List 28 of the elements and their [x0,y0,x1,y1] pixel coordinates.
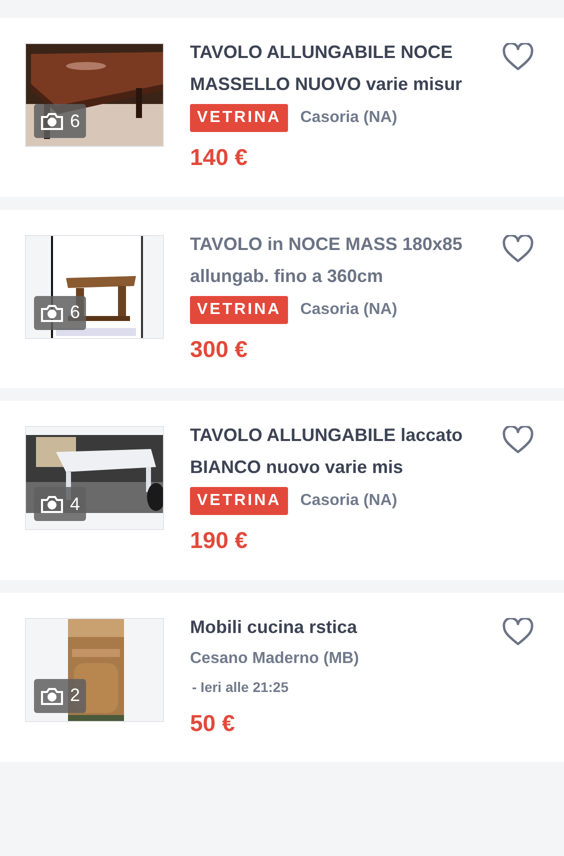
favorite-button[interactable] [501,424,535,456]
listing-title[interactable]: TAVOLO ALLUNGABILE NOCE MASSELLO NUOVO varie misur [190,36,490,100]
location: Casoria (NA) [300,491,398,511]
photo-count: 2 [70,684,80,707]
location: Cesano Maderno (MB) [190,648,359,668]
location: Casoria (NA) [300,108,398,128]
featured-tag: VETRINA [190,296,288,324]
camera-icon [40,494,64,514]
listing-title[interactable]: Mobili cucina rstica [190,610,490,642]
location: Casoria (NA) [300,300,398,320]
photo-count: 4 [70,492,80,516]
photo-count: 6 [70,301,80,324]
listing-title[interactable]: TAVOLO ALLUNGABILE laccato BIANCO nuovo varie mis [190,419,490,483]
favorite-button[interactable] [501,41,535,73]
post-date: - Ieri alle 21:25 [192,678,290,696]
photo-count: 6 [70,110,80,132]
listing-title[interactable]: TAVOLO in NOCE MASS 180x85 allungab. fino a 360cm [190,228,490,292]
price: 140 € [190,143,249,172]
featured-tag: VETRINA [190,104,288,132]
price: 50 € [190,708,236,738]
camera-icon [40,302,64,322]
favorite-button[interactable] [501,232,535,264]
price: 300 € [190,334,249,364]
camera-icon [40,686,64,706]
price: 190 € [190,526,249,555]
camera-icon [40,111,64,131]
favorite-button[interactable] [501,616,535,648]
featured-tag: VETRINA [190,487,288,515]
